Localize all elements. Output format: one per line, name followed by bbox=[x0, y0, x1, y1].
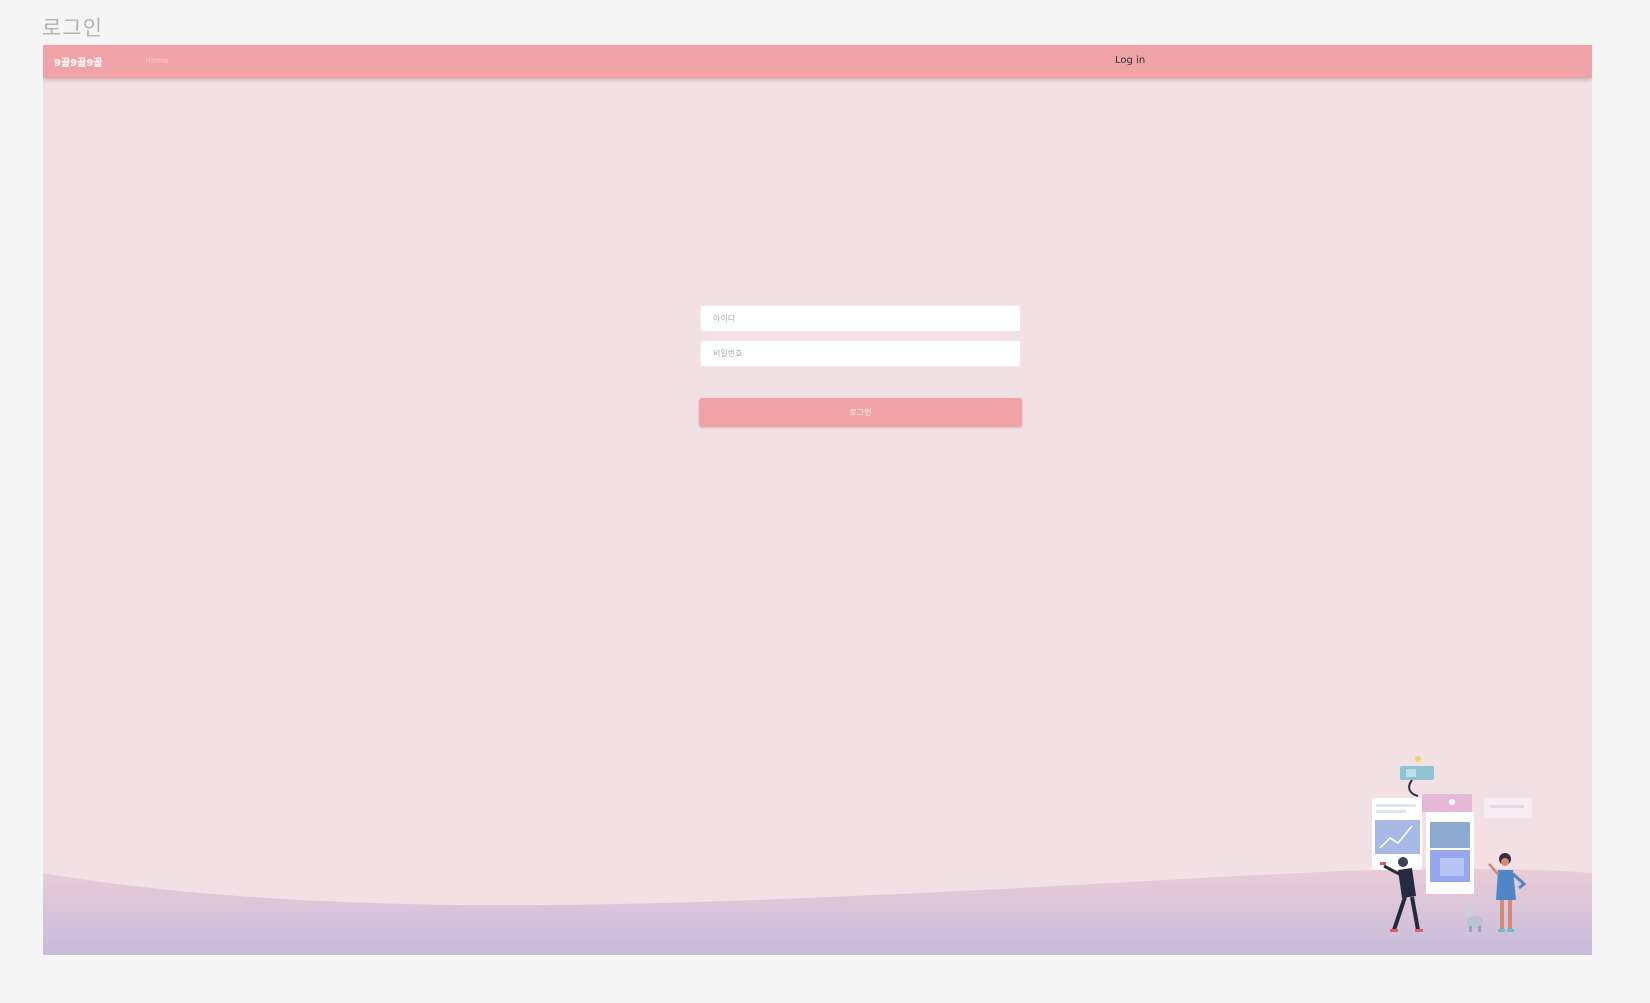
nav-login-link[interactable]: Log in bbox=[1115, 55, 1145, 66]
page-title: 로그인 bbox=[42, 16, 103, 40]
brand-logo-link[interactable]: 9끌9끌9끌 bbox=[54, 54, 102, 69]
login-button[interactable]: 로그인 bbox=[699, 398, 1022, 427]
app-frame: 9끌9끌9끌 Home Log in 로그인 bbox=[43, 45, 1592, 955]
team-illustration bbox=[1372, 756, 1532, 932]
nav-home-link[interactable]: Home bbox=[145, 56, 169, 65]
bottom-wave-decoration bbox=[43, 868, 1592, 955]
top-navbar: 9끌9끌9끌 Home Log in bbox=[43, 45, 1592, 78]
password-input[interactable] bbox=[700, 340, 1021, 367]
username-input[interactable] bbox=[700, 305, 1021, 332]
